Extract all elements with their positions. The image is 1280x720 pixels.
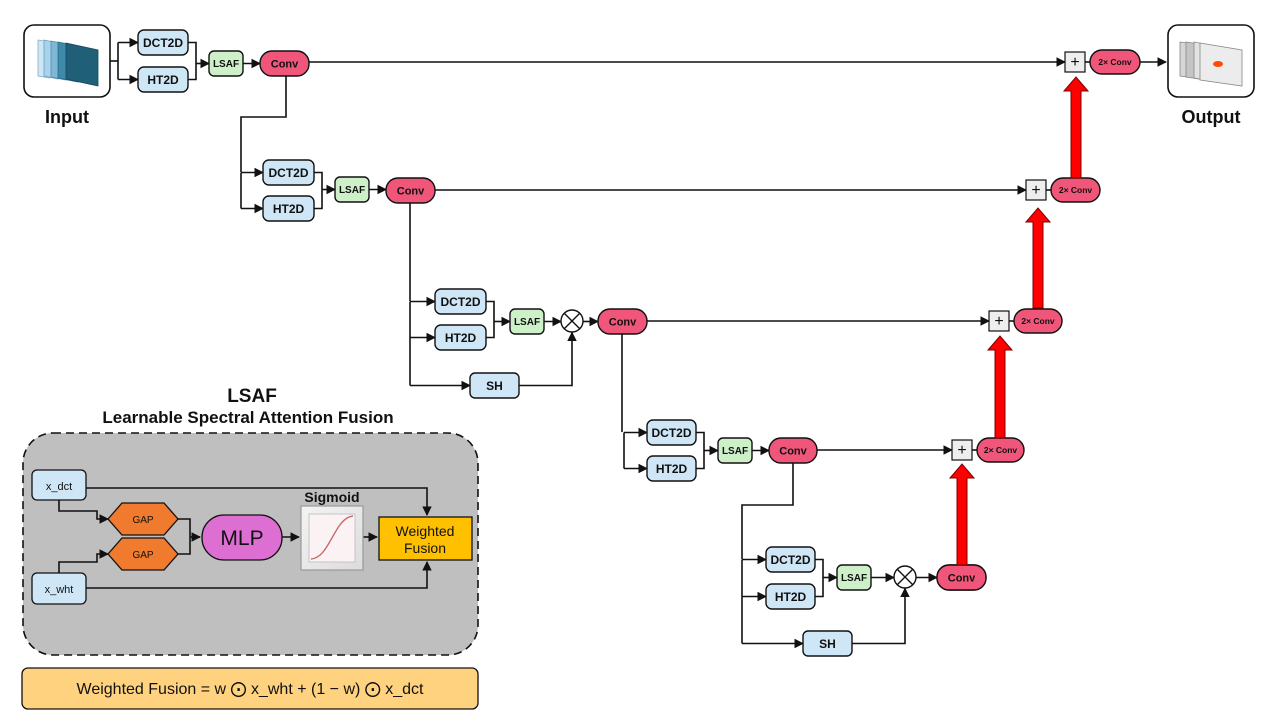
decoder-4-add-label: + — [957, 442, 966, 459]
level-1-dct2d-label: DCT2D — [143, 36, 183, 50]
level-1-ht2d-label: HT2D — [147, 73, 179, 87]
decoder-2-conv2x-label: 2× Conv — [1059, 185, 1093, 195]
level-4-conv-label: Conv — [779, 445, 807, 457]
level-2-lsaf-label: LSAF — [339, 185, 365, 196]
sigmoid-label: Sigmoid — [304, 489, 359, 505]
upsample-arrow-2 — [1024, 207, 1052, 309]
unet-spectral-diagram: DCT2D HT2D LSAF Conv DCT2D HT2D LSAF Conv DCT2D H… — [21, 24, 1255, 710]
level-3-merge — [486, 300, 495, 339]
lsaf-panel-title: LSAF — [227, 386, 277, 407]
level-4-lsaf-label: LSAF — [722, 446, 748, 457]
level-2-dct2d-label: DCT2D — [268, 166, 308, 180]
mlp-label: MLP — [220, 527, 263, 550]
level-4-dct2d-label: DCT2D — [651, 426, 691, 440]
level-1-lsaf-label: LSAF — [213, 59, 239, 70]
level-3-conv-label: Conv — [609, 316, 637, 328]
level-2-merge — [314, 171, 323, 210]
level-2-ht2d-label: HT2D — [273, 202, 305, 216]
level-3-sh-label: SH — [486, 379, 503, 393]
level-5-sh-to-mult — [852, 587, 910, 645]
upsample-arrow-1 — [1062, 76, 1090, 179]
downsample-stem-1 — [240, 76, 287, 172]
level-5-lsaf-label: LSAF — [841, 573, 867, 584]
lsaf-panel-subtitle: Learnable Spectral Attention Fusion — [102, 408, 393, 427]
output-label: Output — [1182, 107, 1241, 127]
level-5-merge — [815, 558, 824, 598]
level-5-conv-top-label: Conv — [948, 572, 976, 584]
upsample-arrow-4 — [948, 463, 976, 566]
input-label: Input — [45, 107, 89, 127]
gap-label-1: GAP — [132, 515, 153, 526]
weighted-fusion-line2: Fusion — [404, 540, 446, 556]
decoder-3-add-label: + — [994, 313, 1003, 330]
level-1-merge — [188, 41, 197, 81]
level-3-sh-to-mult — [519, 331, 577, 387]
level-1-conv-label: Conv — [271, 58, 299, 70]
lsaf-detail: LSAF Learnable Spectral Attention Fusion… — [22, 386, 479, 656]
level-4-ht2d-label: HT2D — [656, 462, 688, 476]
decoder-1-add-label: + — [1070, 54, 1079, 71]
formula-box: Weighted Fusion = w ⨀ x_wht + (1 − w) ⨀ … — [21, 667, 479, 710]
gap-label-2: GAP — [132, 550, 153, 561]
output-block: Output — [1167, 24, 1255, 127]
formula-text: Weighted Fusion = w ⨀ x_wht + (1 − w) ⨀ … — [77, 681, 425, 698]
level-5-ht2d-label: HT2D — [775, 590, 807, 604]
level-4-merge — [696, 431, 705, 470]
decoder-3-conv2x-label: 2× Conv — [1021, 316, 1055, 326]
decoder-2-add-label: + — [1031, 182, 1040, 199]
level-3-lsaf-label: LSAF — [514, 317, 540, 328]
weighted-fusion-line1: Weighted — [396, 523, 455, 539]
level-5-dct2d-label: DCT2D — [770, 553, 810, 567]
input-block: Input — [23, 24, 111, 127]
level-3-dct2d-label: DCT2D — [440, 295, 480, 309]
downsample-stem-4 — [741, 463, 794, 559]
level-2-conv-label: Conv — [397, 185, 425, 197]
level-5-sh-label: SH — [819, 637, 836, 651]
upsample-arrow-3 — [986, 335, 1014, 439]
x-dct-label: x_dct — [46, 481, 72, 493]
x-wht-label: x_wht — [45, 584, 74, 596]
decoder-4-conv2x-label: 2× Conv — [984, 445, 1018, 455]
decoder-1-conv2x-label: 2× Conv — [1098, 57, 1132, 67]
level-3-ht2d-label: HT2D — [445, 331, 477, 345]
